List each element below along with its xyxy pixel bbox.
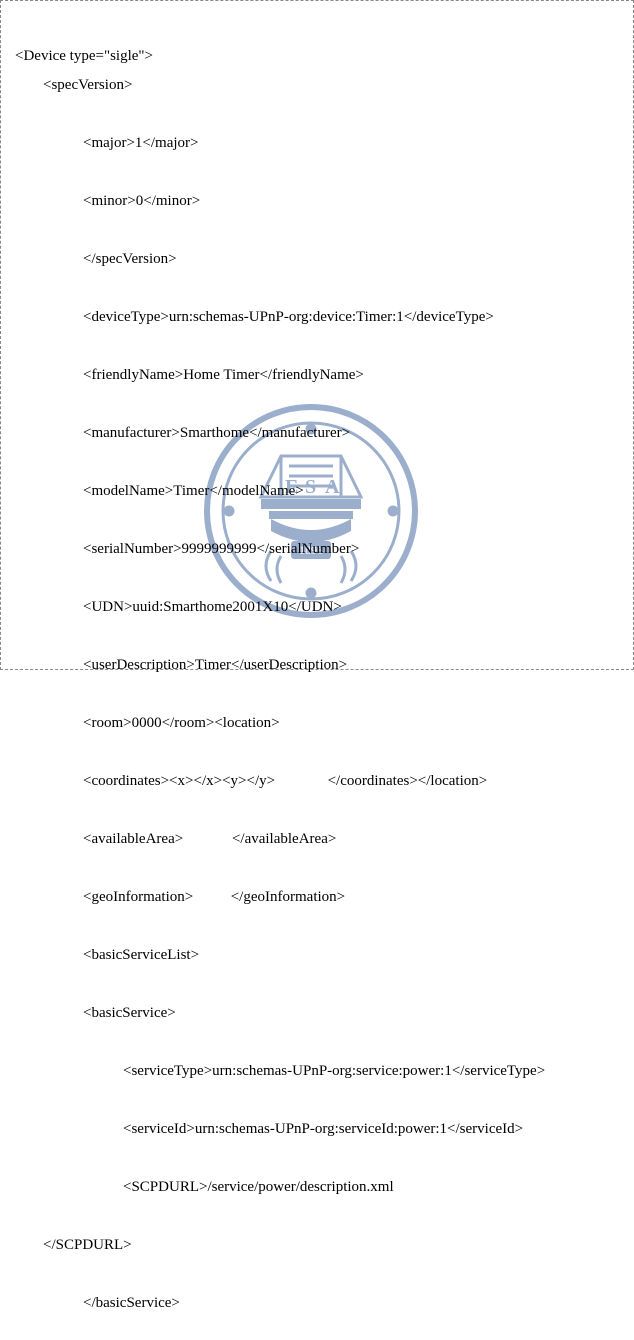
code-line: <basicService>	[15, 999, 619, 1028]
code-line: <deviceType>urn:schemas-UPnP-org:device:…	[15, 303, 619, 332]
code-line: <specVersion>	[15, 71, 619, 100]
code-line: <serialNumber>9999999999</serialNumber>	[15, 535, 619, 564]
code-line: <UDN>uuid:Smarthome2001X10</UDN>	[15, 593, 619, 622]
code-line: <serviceId>urn:schemas-UPnP-org:serviceI…	[15, 1115, 619, 1144]
code-line: <minor>0</minor>	[15, 187, 619, 216]
code-line: </basicService>	[15, 1289, 619, 1318]
code-line: <Device type="sigle">	[15, 48, 153, 64]
code-line: <geoInformation> </geoInformation>	[15, 883, 619, 912]
document-page: E S A 1896 <Device type="sigle"> <specVe…	[0, 0, 634, 670]
code-line: </SCPDURL>	[15, 1231, 619, 1260]
code-line: <availableArea> </availableArea>	[15, 825, 619, 854]
code-line: <major>1</major>	[15, 129, 619, 158]
code-line: </specVersion>	[15, 245, 619, 274]
code-line: <room>0000</room><location>	[15, 709, 619, 738]
code-line: <friendlyName>Home Timer</friendlyName>	[15, 361, 619, 390]
code-line: <manufacturer>Smarthome</manufacturer>	[15, 419, 619, 448]
code-line: <coordinates><x></x><y></y> </coordinate…	[15, 767, 619, 796]
code-line: <basicServiceList>	[15, 941, 619, 970]
code-line: <serviceType>urn:schemas-UPnP-org:servic…	[15, 1057, 619, 1086]
xml-code-block: <Device type="sigle"> <specVersion> <maj…	[1, 1, 633, 1340]
code-line: <SCPDURL>/service/power/description.xml	[15, 1173, 619, 1202]
code-line: <userDescription>Timer</userDescription>	[15, 651, 619, 680]
code-line: <modelName>Timer</modelName>	[15, 477, 619, 506]
